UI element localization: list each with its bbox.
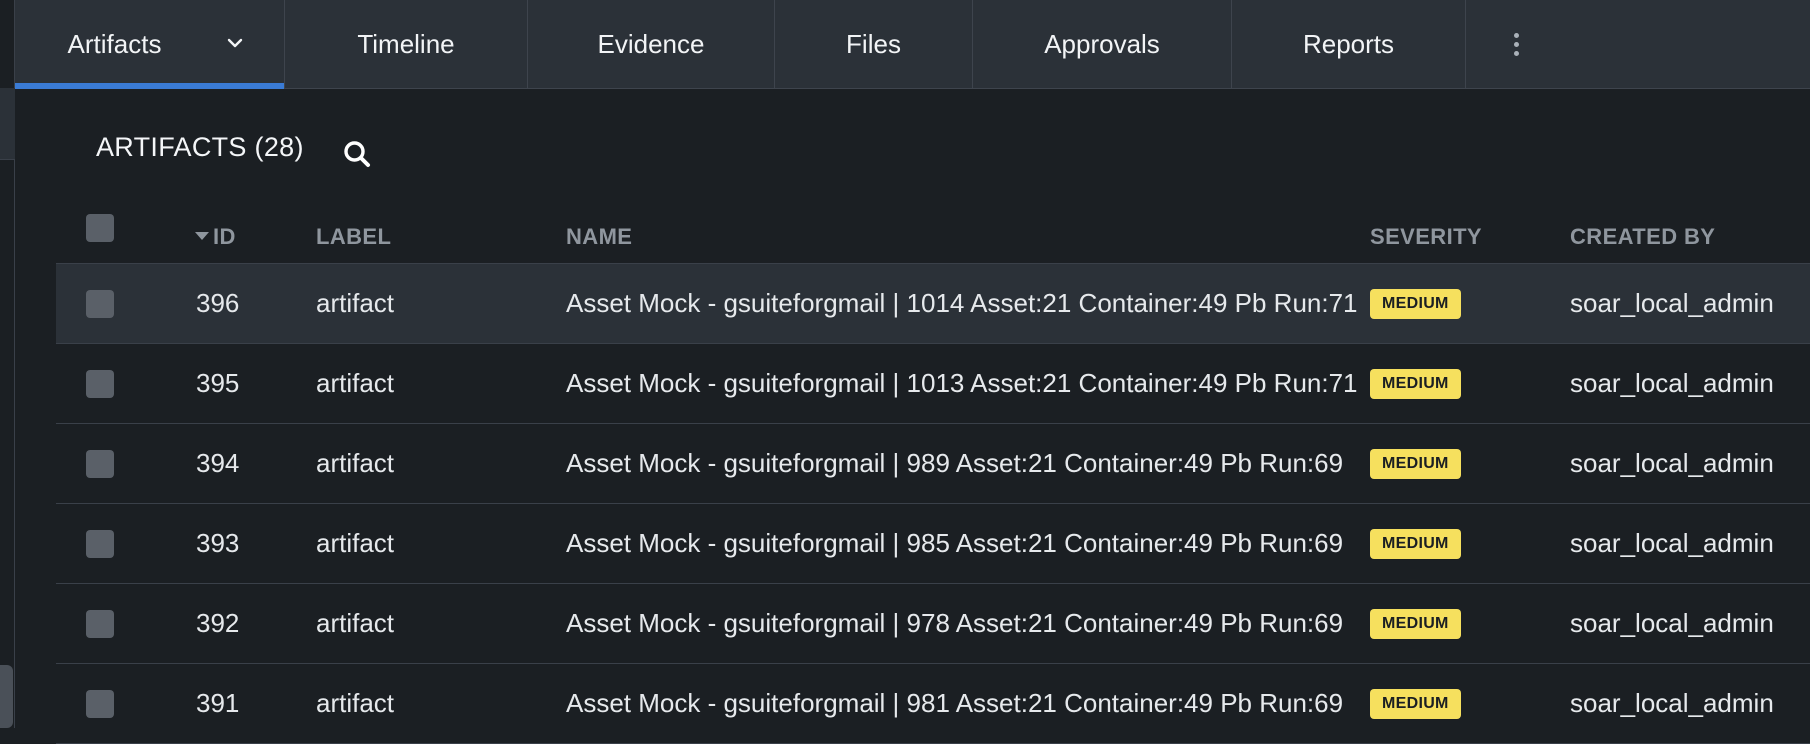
tab-evidence[interactable]: Evidence [528, 0, 775, 88]
tab-label: Files [846, 28, 901, 59]
table-header: ID LABEL NAME SEVERITY CREATED BY [56, 200, 1810, 264]
kebab-icon [1513, 32, 1519, 56]
severity-badge: MEDIUM [1370, 689, 1461, 719]
cell-created-by: soar_local_admin [1570, 688, 1774, 718]
tab-bar: Artifacts Timeline Evidence Files Approv… [15, 0, 1810, 89]
cell-id: 393 [196, 528, 240, 558]
cell-name[interactable]: Asset Mock - gsuiteforgmail | 978 Asset:… [566, 584, 1343, 663]
tab-label: Artifacts [67, 28, 162, 59]
tab-label: Approvals [1044, 28, 1160, 59]
select-all-checkbox[interactable] [86, 214, 114, 242]
cell-name[interactable]: Asset Mock - gsuiteforgmail | 1014 Asset… [566, 264, 1358, 343]
severity-badge: MEDIUM [1370, 529, 1461, 559]
severity-badge: MEDIUM [1370, 609, 1461, 639]
tab-label: Evidence [597, 28, 705, 59]
cell-name[interactable]: Asset Mock - gsuiteforgmail | 989 Asset:… [566, 424, 1343, 503]
left-gutter-panel [0, 88, 15, 160]
cell-created-by: soar_local_admin [1570, 368, 1774, 398]
severity-badge: MEDIUM [1370, 449, 1461, 479]
cell-label: artifact [316, 288, 395, 318]
cell-name[interactable]: Asset Mock - gsuiteforgmail | 1013 Asset… [566, 344, 1358, 423]
sort-desc-icon [195, 232, 209, 241]
tab-files[interactable]: Files [775, 0, 973, 88]
cell-id: 392 [196, 608, 240, 638]
cell-label: artifact [316, 528, 395, 558]
cell-label: artifact [316, 608, 395, 638]
artifacts-table: ID LABEL NAME SEVERITY CREATED BY 396 ar… [56, 200, 1810, 744]
column-header-created-by[interactable]: CREATED BY [1570, 224, 1715, 250]
cell-label: artifact [316, 368, 395, 398]
chevron-down-icon[interactable] [224, 32, 246, 54]
table-row[interactable]: 396 artifact Asset Mock - gsuiteforgmail… [56, 264, 1810, 344]
cell-name[interactable]: Asset Mock - gsuiteforgmail | 985 Asset:… [566, 504, 1343, 583]
cell-label: artifact [316, 688, 395, 718]
column-header-id[interactable]: ID [195, 224, 236, 250]
row-checkbox[interactable] [86, 690, 114, 718]
severity-badge: MEDIUM [1370, 289, 1461, 319]
cell-id: 396 [196, 288, 240, 318]
column-header-severity[interactable]: SEVERITY [1370, 224, 1482, 250]
cell-id: 394 [196, 448, 240, 478]
section-title: ARTIFACTS (28) [96, 132, 304, 162]
more-tabs-button[interactable] [1466, 0, 1566, 88]
tab-label: Timeline [357, 28, 455, 59]
table-row[interactable]: 394 artifact Asset Mock - gsuiteforgmail… [56, 424, 1810, 504]
column-header-label[interactable]: LABEL [316, 224, 391, 250]
tab-artifacts[interactable]: Artifacts [15, 0, 285, 89]
row-checkbox[interactable] [86, 290, 114, 318]
cell-created-by: soar_local_admin [1570, 448, 1774, 478]
row-checkbox[interactable] [86, 450, 114, 478]
cell-name[interactable]: Asset Mock - gsuiteforgmail | 981 Asset:… [566, 664, 1343, 743]
cell-label: artifact [316, 448, 395, 478]
table-row[interactable]: 391 artifact Asset Mock - gsuiteforgmail… [56, 664, 1810, 744]
cell-created-by: soar_local_admin [1570, 288, 1774, 318]
cell-id: 395 [196, 368, 240, 398]
row-checkbox[interactable] [86, 610, 114, 638]
row-checkbox[interactable] [86, 530, 114, 558]
cell-id: 391 [196, 688, 240, 718]
cell-created-by: soar_local_admin [1570, 608, 1774, 638]
table-row[interactable]: 393 artifact Asset Mock - gsuiteforgmail… [56, 504, 1810, 584]
left-scrollbar[interactable] [0, 665, 13, 728]
table-row[interactable]: 395 artifact Asset Mock - gsuiteforgmail… [56, 344, 1810, 424]
tab-timeline[interactable]: Timeline [285, 0, 528, 88]
column-header-name[interactable]: NAME [566, 224, 632, 250]
search-icon[interactable] [342, 139, 372, 169]
tab-label: Reports [1302, 28, 1395, 59]
tab-approvals[interactable]: Approvals [973, 0, 1232, 88]
table-row[interactable]: 392 artifact Asset Mock - gsuiteforgmail… [56, 584, 1810, 664]
cell-created-by: soar_local_admin [1570, 528, 1774, 558]
row-checkbox[interactable] [86, 370, 114, 398]
severity-badge: MEDIUM [1370, 369, 1461, 399]
tab-reports[interactable]: Reports [1232, 0, 1466, 88]
